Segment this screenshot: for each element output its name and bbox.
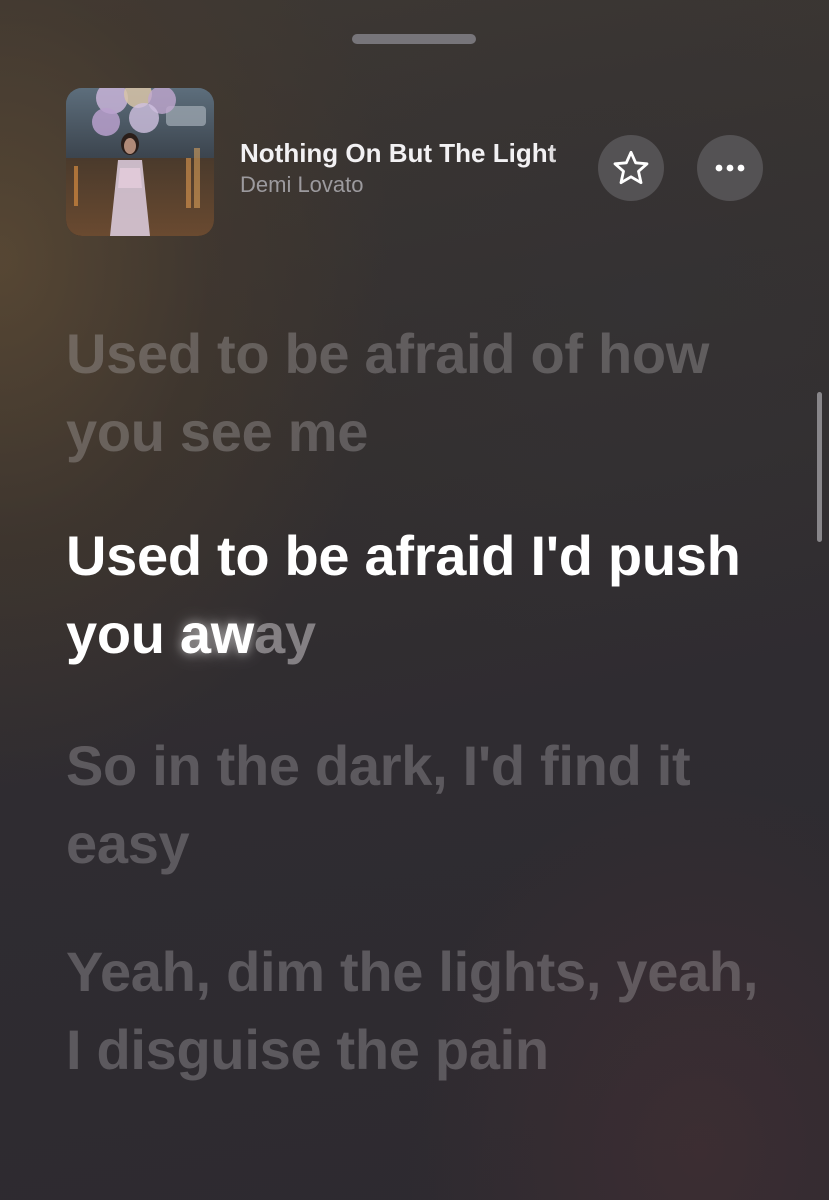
sheet-grabber[interactable] xyxy=(352,34,476,44)
song-title[interactable]: Nothing On But The Light xyxy=(240,138,588,169)
album-artwork[interactable] xyxy=(66,88,214,236)
album-artwork-image xyxy=(66,88,214,236)
lyric-line-upcoming-2[interactable]: Yeah, dim the lights, yeah, I disguise t… xyxy=(66,933,766,1089)
more-dots-icon xyxy=(715,164,745,172)
artist-name[interactable]: Demi Lovato xyxy=(240,172,364,198)
lyric-pending-text: ay xyxy=(254,602,316,665)
lyric-line-current[interactable]: Used to be afraid I'd push you away xyxy=(66,517,766,673)
lyric-glowing-text: aw xyxy=(179,602,255,665)
lyrics-scrollbar[interactable] xyxy=(817,392,822,542)
lyric-line-past[interactable]: Used to be afraid of how you see me xyxy=(66,315,766,471)
lyric-line-upcoming[interactable]: So in the dark, I'd find it easy xyxy=(66,727,766,883)
more-options-button[interactable] xyxy=(697,135,763,201)
favorite-button[interactable] xyxy=(598,135,664,201)
star-icon xyxy=(613,150,649,185)
lyric-sung-text: Used to be afraid I'd push you xyxy=(66,524,741,665)
